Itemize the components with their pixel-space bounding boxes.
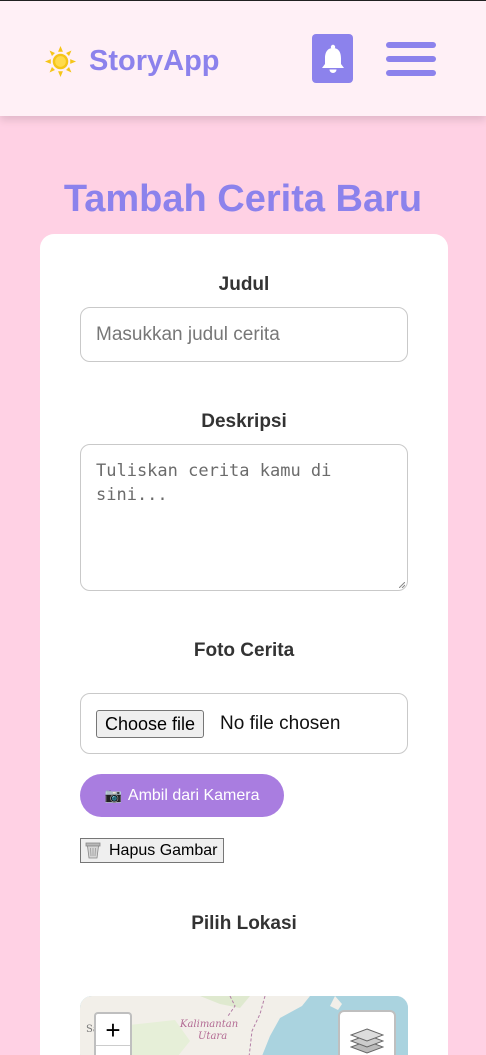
page-title: Tambah Cerita Baru: [63, 178, 423, 220]
map-place-label: Utara: [198, 1031, 228, 1042]
app-header: StoryApp: [0, 1, 486, 116]
description-textarea[interactable]: Tuliskan cerita kamu di sini...: [80, 444, 408, 591]
delete-image-button[interactable]: Hapus Gambar: [80, 838, 224, 863]
camera-button-label: Ambil dari Kamera: [127, 786, 260, 804]
file-status-text: No file chosen: [220, 713, 341, 734]
location-label: Pilih Lokasi: [191, 913, 297, 934]
delete-button-label: Hapus Gambar: [109, 841, 218, 859]
map-zoom-control: +: [94, 1012, 132, 1055]
camera-icon: 📷: [104, 787, 122, 803]
hamburger-menu-icon: [386, 56, 436, 62]
brand[interactable]: StoryApp: [44, 43, 220, 79]
hamburger-menu-button[interactable]: [386, 42, 436, 76]
hamburger-menu-icon: [386, 70, 436, 76]
photo-file-input[interactable]: Choose file No file chosen: [80, 693, 408, 754]
title-label: Judul: [218, 274, 270, 295]
description-label: Deskripsi: [201, 411, 287, 432]
camera-button[interactable]: 📷 Ambil dari Kamera: [80, 774, 284, 817]
description-placeholder: Tuliskan cerita kamu di sini...: [96, 461, 332, 505]
map-layers-button[interactable]: [338, 1010, 396, 1055]
hamburger-menu-icon: [386, 42, 436, 48]
notification-button[interactable]: [312, 34, 353, 83]
map-place-label: Kalimantan: [180, 1019, 239, 1030]
photo-label: Foto Cerita: [193, 640, 295, 661]
title-input[interactable]: Masukkan judul cerita: [80, 307, 408, 362]
trash-icon: [85, 842, 101, 859]
app-name: StoryApp: [89, 45, 220, 77]
layers-icon: [350, 1028, 384, 1054]
sun-icon: [44, 45, 77, 77]
location-map[interactable]: Kalimantan Utara Sa +: [80, 996, 408, 1055]
bell-icon: [321, 44, 344, 73]
zoom-in-button[interactable]: +: [96, 1014, 130, 1046]
choose-file-button[interactable]: Choose file: [96, 710, 205, 738]
resize-grip-icon[interactable]: [399, 582, 405, 588]
